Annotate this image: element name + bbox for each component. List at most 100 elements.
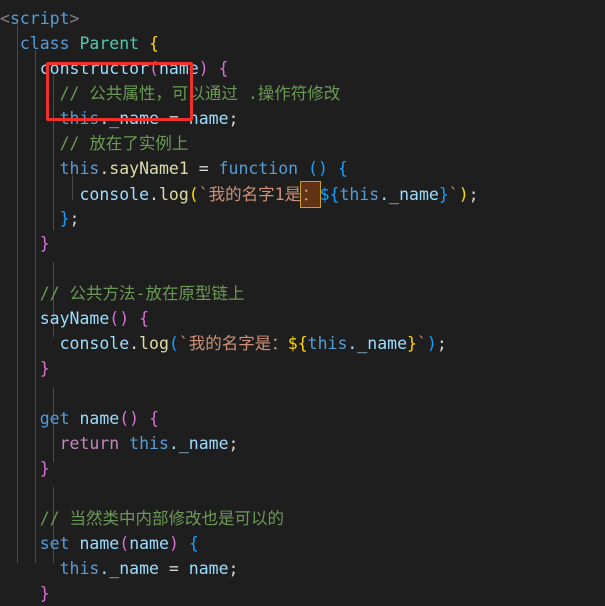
property-underscore-name-3: ._name xyxy=(347,334,408,353)
paren-open-log-2: ( xyxy=(168,334,179,353)
value-name-1: name xyxy=(188,109,229,128)
code-line-17[interactable]: get name() { xyxy=(0,406,605,431)
code-line-22[interactable]: set name(name) { xyxy=(0,531,605,556)
operator-assign-2: = xyxy=(188,159,219,178)
paren-open-log-1: ( xyxy=(188,185,199,204)
brace-close-sayname: } xyxy=(39,359,50,378)
backtick-open-2: ` xyxy=(178,334,189,353)
backtick-close-1: ` xyxy=(448,185,459,204)
script-tag-close: > xyxy=(69,9,80,28)
paren-close-set: ) xyxy=(168,534,179,553)
brace-open-class: { xyxy=(149,34,159,53)
property-underscore-name-5: ._name xyxy=(99,559,159,578)
comment-public-property: // 公共属性，可以通过 .操作符修改 xyxy=(59,84,341,103)
brace-open-get: { xyxy=(149,409,159,428)
string-myname: 我的名字是 xyxy=(188,334,272,353)
method-constructor: constructor xyxy=(39,59,150,78)
method-sayname: sayName xyxy=(39,309,110,328)
code-line-9[interactable]: }; xyxy=(0,206,605,231)
param-name-ctor: name xyxy=(158,59,199,78)
script-tag-open: < xyxy=(0,9,10,28)
operator-assign-3: = xyxy=(158,559,189,578)
code-line-8[interactable]: console.log(`我的名字1是：${this._name}`); xyxy=(0,181,605,208)
code-line-2[interactable]: class Parent { xyxy=(0,31,605,56)
keyword-this-2: this xyxy=(59,159,100,178)
template-expr-open-1: ${ xyxy=(319,185,340,204)
param-name-set: name xyxy=(129,534,169,553)
keyword-class: class xyxy=(19,34,70,53)
semicolon-2: ; xyxy=(468,185,479,204)
property-underscore-name-1: ._name xyxy=(99,109,159,128)
code-line-4[interactable]: // 公共属性，可以通过 .操作符修改 xyxy=(0,81,605,106)
brace-open-fn: { xyxy=(337,159,348,178)
object-console-2: console xyxy=(59,334,130,353)
code-line-6[interactable]: // 放在了实例上 xyxy=(0,131,605,156)
code-line-18[interactable]: return this._name; xyxy=(0,431,605,456)
dot-2: . xyxy=(149,185,159,204)
value-name-2: name xyxy=(188,559,229,578)
paren-close-log-2: ) xyxy=(426,334,437,353)
backtick-close-2: ` xyxy=(416,334,427,353)
keyword-return: return xyxy=(59,434,120,453)
class-name-parent: Parent xyxy=(79,34,140,53)
accessor-name-get: name xyxy=(79,409,120,428)
code-line-13[interactable]: sayName() { xyxy=(0,306,605,331)
paren-open-set: ( xyxy=(119,534,130,553)
code-line-1[interactable]: <script> xyxy=(0,6,605,31)
dot-1: . xyxy=(99,159,110,178)
accessor-name-set: name xyxy=(79,534,120,553)
brace-close-fn: } xyxy=(59,209,70,228)
template-expr-close-1: } xyxy=(438,185,449,204)
code-line-15[interactable]: } xyxy=(0,356,605,381)
brace-open-set: { xyxy=(188,534,199,553)
code-line-14[interactable]: console.log(`我的名字是：${this._name}`); xyxy=(0,331,605,356)
property-underscore-name-4: ._name xyxy=(168,434,229,453)
operator-assign-1: = xyxy=(158,109,189,128)
code-line-16[interactable] xyxy=(0,381,605,406)
brace-open-ctor: { xyxy=(218,59,229,78)
keyword-this-1: this xyxy=(59,109,100,128)
method-log-2: log xyxy=(139,334,169,353)
dot-3: . xyxy=(129,334,140,353)
code-line-11[interactable] xyxy=(0,256,605,281)
code-line-23[interactable]: this._name = name; xyxy=(0,556,605,581)
comment-on-instance: // 放在了实例上 xyxy=(59,134,189,153)
paren-open-fn: () xyxy=(308,159,328,178)
code-line-24[interactable]: } xyxy=(0,581,605,606)
script-tag-name: script xyxy=(9,9,70,28)
code-line-7[interactable]: this.sayName1 = function () { xyxy=(0,156,605,181)
comment-public-method: // 公共方法-放在原型链上 xyxy=(39,284,245,303)
selected-fullwidth-colon[interactable]: ： xyxy=(300,181,321,208)
string-myname1: 我的名字1是 xyxy=(208,185,302,204)
code-line-19[interactable]: } xyxy=(0,456,605,481)
code-line-3[interactable]: constructor(name) { xyxy=(0,56,605,81)
keyword-set: set xyxy=(39,534,70,553)
code-line-10[interactable]: } xyxy=(0,231,605,256)
comment-internal-modify: // 当然类中内部修改也是可以的 xyxy=(39,509,285,528)
brace-open-sayname: { xyxy=(139,309,150,328)
keyword-this-3: this xyxy=(339,185,380,204)
code-line-21[interactable]: // 当然类中内部修改也是可以的 xyxy=(0,506,605,531)
keyword-this-6: this xyxy=(59,559,100,578)
paren-get: () xyxy=(119,409,140,428)
code-line-12[interactable]: // 公共方法-放在原型链上 xyxy=(0,281,605,306)
code-lines[interactable]: <script> class Parent { constructor(name… xyxy=(0,6,605,606)
keyword-get: get xyxy=(39,409,70,428)
keyword-this-5: this xyxy=(129,434,169,453)
method-log-1: log xyxy=(158,185,189,204)
keyword-function: function xyxy=(218,159,299,178)
template-expr-close-2: } xyxy=(407,334,417,353)
property-underscore-name-2: ._name xyxy=(379,185,439,204)
brace-close-set: } xyxy=(39,584,50,603)
code-line-20[interactable] xyxy=(0,481,605,506)
brace-close-get: } xyxy=(39,459,50,478)
code-line-5[interactable]: this._name = name; xyxy=(0,106,605,131)
code-editor[interactable]: <script> class Parent { constructor(name… xyxy=(0,0,605,603)
semicolon-1: ; xyxy=(228,109,239,128)
brace-close-ctor: } xyxy=(39,234,50,253)
backtick-open-1: ` xyxy=(198,185,209,204)
semicolon-6: ; xyxy=(228,559,239,578)
object-console-1: console xyxy=(79,185,150,204)
semicolon-3: ; xyxy=(69,209,80,228)
keyword-this-4: this xyxy=(307,334,348,353)
